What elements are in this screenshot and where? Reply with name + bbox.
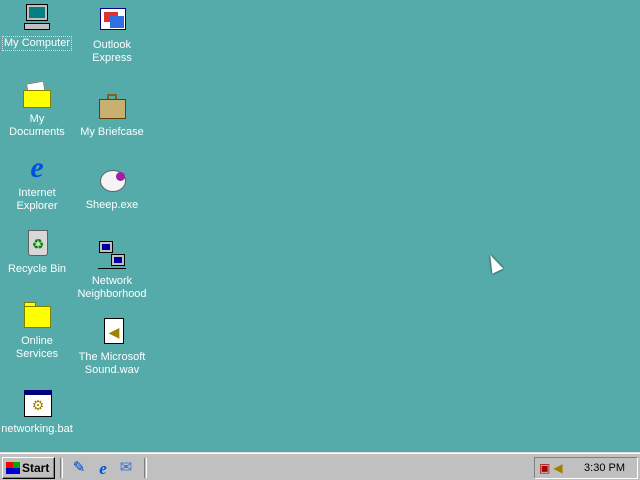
mouse-cursor [484,252,504,274]
system-tray: ▣ ◀ 3:30 PM [534,457,638,479]
folder-documents-icon [21,78,53,110]
desktop-icon-networking-bat[interactable]: ⚙ networking.bat [0,388,74,436]
icon-label: networking.bat [1,423,73,435]
toolbar-separator [144,458,147,478]
clock[interactable]: 3:30 PM [584,462,625,474]
icon-label: My Computer [1,36,73,51]
desktop-icon-recycle-bin[interactable]: ♻ Recycle Bin [0,228,74,276]
internet-explorer-quicklaunch-icon[interactable]: e [94,459,112,478]
start-label: Start [22,461,50,475]
icon-label: My Briefcase [80,126,144,138]
network-icon [96,240,128,272]
taskbar: Start ✎ e ✉ ▣ ◀ 3:30 PM [0,452,640,480]
scheduler-icon[interactable]: ▣ [539,461,550,475]
desktop-icon-outlook-express[interactable]: Outlook Express [75,4,149,65]
toolbar-separator [60,458,63,478]
icon-label: Network Neighborhood [77,275,147,300]
icon-label: Recycle Bin [7,263,67,275]
desktop-icon-microsoft-sound[interactable]: ◀ The Microsoft Sound.wav [75,316,149,377]
outlook-express-icon [96,4,128,36]
desktop-icon-my-briefcase[interactable]: My Briefcase [75,91,149,139]
icon-label: Online Services [15,335,59,360]
desktop-icon-my-computer[interactable]: My Computer [0,2,74,51]
show-desktop-icon[interactable]: ✎ [70,459,88,477]
volume-icon[interactable]: ◀ [553,461,562,475]
outlook-express-quicklaunch-icon[interactable]: ✉ [117,459,135,477]
sound-file-icon: ◀ [96,316,128,348]
briefcase-icon [96,91,128,123]
sheep-icon [96,164,128,196]
desktop-icon-sheep-exe[interactable]: Sheep.exe [75,164,149,212]
computer-icon [21,2,53,34]
desktop-icon-online-services[interactable]: Online Services [0,300,74,361]
internet-explorer-icon: e [30,151,44,184]
desktop-icon-network-neighborhood[interactable]: Network Neighborhood [75,240,149,301]
icon-label: My Documents [9,113,65,138]
desktop-icon-my-documents[interactable]: My Documents [0,78,74,139]
batch-file-icon: ⚙ [21,388,53,420]
start-button[interactable]: Start [2,457,55,479]
icon-label: Sheep.exe [85,199,139,211]
icon-label: Internet Explorer [16,187,58,212]
icon-label: Outlook Express [92,39,132,64]
windows-logo-icon [6,462,20,474]
desktop-icon-internet-explorer[interactable]: e Internet Explorer [0,152,74,213]
icon-label: The Microsoft Sound.wav [78,351,146,376]
recycle-bin-icon: ♻ [21,228,53,260]
folder-icon [21,300,53,332]
